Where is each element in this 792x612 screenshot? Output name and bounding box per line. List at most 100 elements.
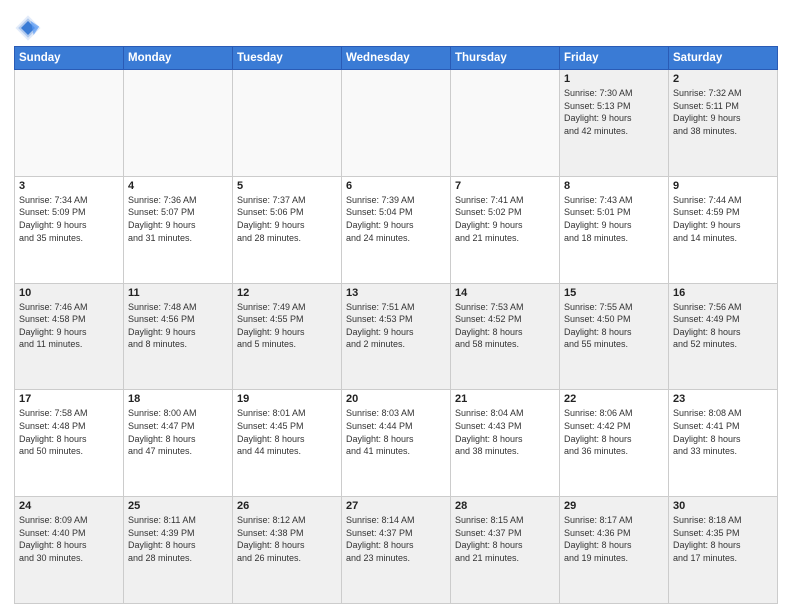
calendar-cell: 4 Sunrise: 7:36 AM Sunset: 5:07 PM Daylig… [124,176,233,283]
day-info: Sunrise: 8:08 AM Sunset: 4:41 PM Dayligh… [673,407,773,457]
day-info: Sunrise: 7:36 AM Sunset: 5:07 PM Dayligh… [128,194,228,244]
calendar-cell [342,70,451,177]
day-number: 19 [237,393,337,405]
day-number: 22 [564,393,664,405]
calendar-cell: 18Sunrise: 8:00 AM Sunset: 4:47 PM Dayli… [124,390,233,497]
weekday-header-friday: Friday [560,47,669,70]
day-number: 23 [673,393,773,405]
calendar-cell: 21 Sunrise: 8:04 AM Sunset: 4:43 PM Dayli… [451,390,560,497]
day-number: 4 [128,180,228,192]
calendar-cell: 22 Sunrise: 8:06 AM Sunset: 4:42 PM Dayli… [560,390,669,497]
day-number: 14 [455,287,555,299]
day-info: Sunrise: 8:15 AM Sunset: 4:37 PM Dayligh… [455,514,555,564]
day-info: Sunrise: 8:01 AM Sunset: 4:45 PM Dayligh… [237,407,337,457]
day-info: Sunrise: 8:14 AM Sunset: 4:37 PM Dayligh… [346,514,446,564]
calendar-cell: 13Sunrise: 7:51 AM Sunset: 4:53 PM Dayli… [342,283,451,390]
day-info: Sunrise: 7:34 AM Sunset: 5:09 PM Dayligh… [19,194,119,244]
calendar-cell: 6Sunrise: 7:39 AM Sunset: 5:04 PM Daylig… [342,176,451,283]
day-number: 20 [346,393,446,405]
weekday-header-saturday: Saturday [669,47,778,70]
calendar-cell: 16 Sunrise: 7:56 AM Sunset: 4:49 PM Dayli… [669,283,778,390]
day-info: Sunrise: 8:03 AM Sunset: 4:44 PM Dayligh… [346,407,446,457]
day-info: Sunrise: 7:39 AM Sunset: 5:04 PM Dayligh… [346,194,446,244]
calendar-cell: 28 Sunrise: 8:15 AM Sunset: 4:37 PM Dayli… [451,497,560,604]
calendar-cell: 25 Sunrise: 8:11 AM Sunset: 4:39 PM Dayli… [124,497,233,604]
day-info: Sunrise: 7:56 AM Sunset: 4:49 PM Dayligh… [673,301,773,351]
day-number: 7 [455,180,555,192]
calendar-table: SundayMondayTuesdayWednesdayThursdayFrid… [14,46,778,604]
page: SundayMondayTuesdayWednesdayThursdayFrid… [0,0,792,612]
calendar-cell: 27 Sunrise: 8:14 AM Sunset: 4:37 PM Dayli… [342,497,451,604]
day-info: Sunrise: 8:00 AM Sunset: 4:47 PM Dayligh… [128,407,228,457]
day-info: Sunrise: 8:04 AM Sunset: 4:43 PM Dayligh… [455,407,555,457]
day-number: 11 [128,287,228,299]
day-info: Sunrise: 7:58 AM Sunset: 4:48 PM Dayligh… [19,407,119,457]
logo-icon [14,14,42,42]
day-number: 12 [237,287,337,299]
calendar-cell: 24 Sunrise: 8:09 AM Sunset: 4:40 PM Dayli… [15,497,124,604]
day-info: Sunrise: 7:30 AM Sunset: 5:13 PM Dayligh… [564,87,664,137]
calendar-cell: 30Sunrise: 8:18 AM Sunset: 4:35 PM Dayli… [669,497,778,604]
day-number: 27 [346,500,446,512]
day-number: 5 [237,180,337,192]
weekday-header-row: SundayMondayTuesdayWednesdayThursdayFrid… [15,47,778,70]
day-info: Sunrise: 7:41 AM Sunset: 5:02 PM Dayligh… [455,194,555,244]
day-info: Sunrise: 7:32 AM Sunset: 5:11 PM Dayligh… [673,87,773,137]
day-info: Sunrise: 8:18 AM Sunset: 4:35 PM Dayligh… [673,514,773,564]
day-info: Sunrise: 7:55 AM Sunset: 4:50 PM Dayligh… [564,301,664,351]
calendar-cell [233,70,342,177]
calendar-cell: 26Sunrise: 8:12 AM Sunset: 4:38 PM Dayli… [233,497,342,604]
day-number: 2 [673,73,773,85]
calendar-cell: 17 Sunrise: 7:58 AM Sunset: 4:48 PM Dayli… [15,390,124,497]
day-number: 29 [564,500,664,512]
day-info: Sunrise: 7:49 AM Sunset: 4:55 PM Dayligh… [237,301,337,351]
calendar-cell: 15 Sunrise: 7:55 AM Sunset: 4:50 PM Dayli… [560,283,669,390]
header [14,10,778,42]
calendar-cell: 5 Sunrise: 7:37 AM Sunset: 5:06 PM Daylig… [233,176,342,283]
weekday-header-tuesday: Tuesday [233,47,342,70]
week-row-1: 3 Sunrise: 7:34 AM Sunset: 5:09 PM Daylig… [15,176,778,283]
calendar-cell: 10 Sunrise: 7:46 AM Sunset: 4:58 PM Dayli… [15,283,124,390]
day-info: Sunrise: 8:09 AM Sunset: 4:40 PM Dayligh… [19,514,119,564]
calendar-cell [451,70,560,177]
calendar-cell: 29Sunrise: 8:17 AM Sunset: 4:36 PM Dayli… [560,497,669,604]
calendar-cell: 3 Sunrise: 7:34 AM Sunset: 5:09 PM Daylig… [15,176,124,283]
day-number: 17 [19,393,119,405]
logo [14,14,46,42]
calendar-cell: 20 Sunrise: 8:03 AM Sunset: 4:44 PM Dayli… [342,390,451,497]
day-number: 21 [455,393,555,405]
calendar-cell [124,70,233,177]
calendar-cell: 19 Sunrise: 8:01 AM Sunset: 4:45 PM Dayli… [233,390,342,497]
day-number: 3 [19,180,119,192]
calendar-cell [15,70,124,177]
day-info: Sunrise: 7:48 AM Sunset: 4:56 PM Dayligh… [128,301,228,351]
day-info: Sunrise: 7:53 AM Sunset: 4:52 PM Dayligh… [455,301,555,351]
day-number: 9 [673,180,773,192]
calendar-cell: 8Sunrise: 7:43 AM Sunset: 5:01 PM Daylig… [560,176,669,283]
weekday-header-sunday: Sunday [15,47,124,70]
calendar-cell: 9 Sunrise: 7:44 AM Sunset: 4:59 PM Daylig… [669,176,778,283]
weekday-header-monday: Monday [124,47,233,70]
day-info: Sunrise: 7:46 AM Sunset: 4:58 PM Dayligh… [19,301,119,351]
day-number: 8 [564,180,664,192]
week-row-0: 1 Sunrise: 7:30 AM Sunset: 5:13 PM Daylig… [15,70,778,177]
calendar-cell: 7 Sunrise: 7:41 AM Sunset: 5:02 PM Daylig… [451,176,560,283]
calendar-cell: 23 Sunrise: 8:08 AM Sunset: 4:41 PM Dayli… [669,390,778,497]
day-number: 25 [128,500,228,512]
weekday-header-thursday: Thursday [451,47,560,70]
day-info: Sunrise: 8:11 AM Sunset: 4:39 PM Dayligh… [128,514,228,564]
calendar-cell: 1 Sunrise: 7:30 AM Sunset: 5:13 PM Daylig… [560,70,669,177]
day-number: 15 [564,287,664,299]
week-row-4: 24 Sunrise: 8:09 AM Sunset: 4:40 PM Dayli… [15,497,778,604]
day-info: Sunrise: 8:06 AM Sunset: 4:42 PM Dayligh… [564,407,664,457]
day-number: 16 [673,287,773,299]
day-info: Sunrise: 7:37 AM Sunset: 5:06 PM Dayligh… [237,194,337,244]
calendar-cell: 12 Sunrise: 7:49 AM Sunset: 4:55 PM Dayli… [233,283,342,390]
day-number: 10 [19,287,119,299]
day-number: 28 [455,500,555,512]
day-number: 24 [19,500,119,512]
week-row-3: 17 Sunrise: 7:58 AM Sunset: 4:48 PM Dayli… [15,390,778,497]
weekday-header-wednesday: Wednesday [342,47,451,70]
day-number: 1 [564,73,664,85]
day-info: Sunrise: 7:44 AM Sunset: 4:59 PM Dayligh… [673,194,773,244]
